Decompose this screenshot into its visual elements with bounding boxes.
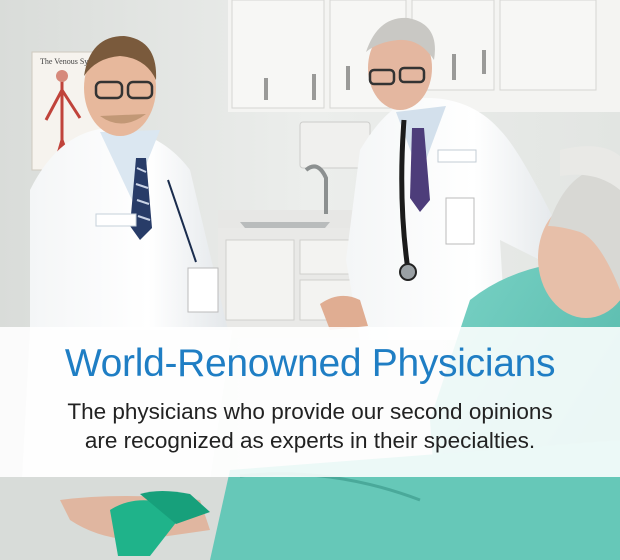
headline: World-Renowned Physicians [64, 342, 556, 385]
hero-banner: The Venous Sy World-Renowned Physicians … [0, 0, 620, 560]
caption-banner: World-Renowned Physicians The physicians… [0, 327, 620, 477]
subtext-line-1: The physicians who provide our second op… [67, 399, 553, 424]
svg-text:The Venous Sy: The Venous Sy [40, 57, 88, 66]
subtext-line-2: are recognized as experts in their speci… [84, 428, 536, 453]
